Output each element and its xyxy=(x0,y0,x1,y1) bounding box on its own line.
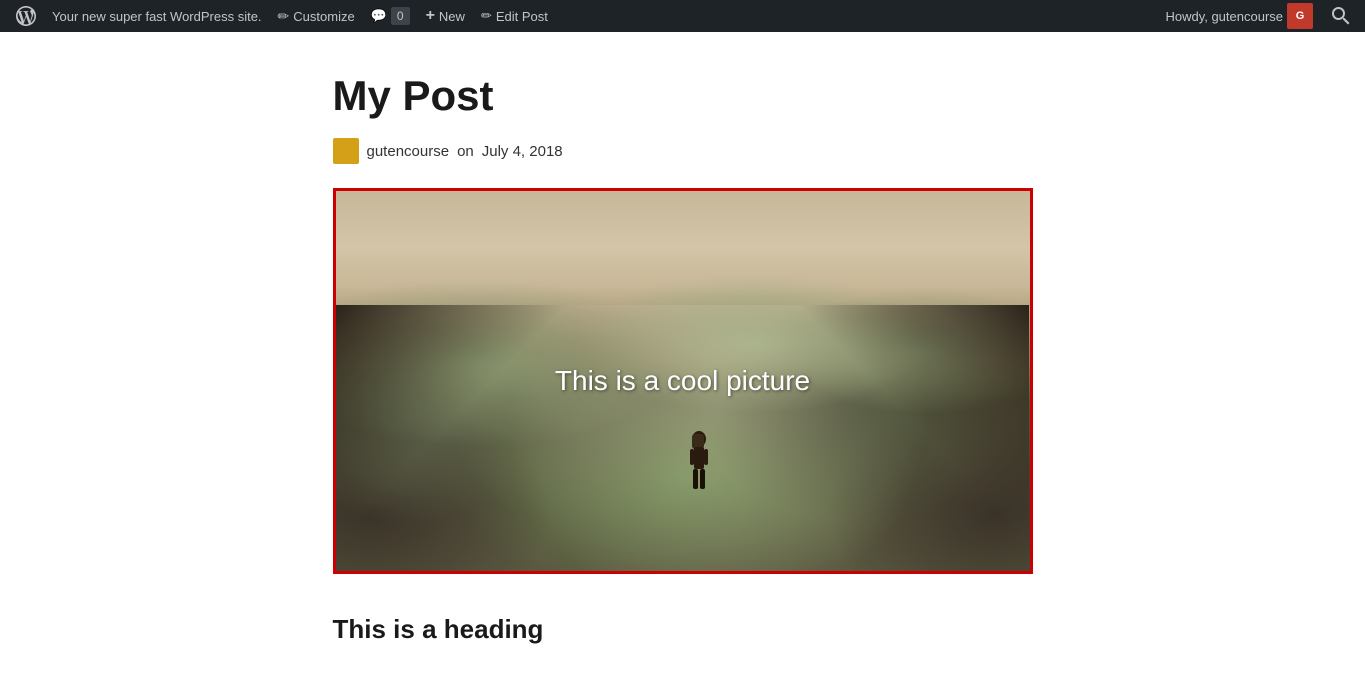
site-name-label: Your new super fast WordPress site. xyxy=(52,9,262,24)
image-block-wrapper: This is a cool picture xyxy=(333,188,1033,574)
customize-item[interactable]: ✏ Customize xyxy=(270,0,363,32)
author-link[interactable]: gutencourse xyxy=(367,143,450,160)
post-content: My Post gutencourse on July 4, 2018 xyxy=(333,72,1033,645)
comments-item[interactable]: 💬 0 xyxy=(363,0,418,32)
new-label: New xyxy=(439,9,465,24)
search-button[interactable] xyxy=(1325,0,1357,32)
site-name-item[interactable]: Your new super fast WordPress site. xyxy=(44,0,270,32)
post-title: My Post xyxy=(333,72,1033,120)
howdy-item[interactable]: Howdy, gutencourse G xyxy=(1157,0,1321,32)
pencil-icon: ✏ xyxy=(278,8,290,25)
comment-bubble-icon: 💬 xyxy=(371,8,387,24)
page-wrapper: My Post gutencourse on July 4, 2018 xyxy=(0,32,1365,685)
edit-post-label: Edit Post xyxy=(496,9,548,24)
new-item[interactable]: + New xyxy=(418,0,473,32)
plus-icon: + xyxy=(426,7,435,25)
admin-bar: Your new super fast WordPress site. ✏ Cu… xyxy=(0,0,1365,32)
wp-logo-item[interactable] xyxy=(8,0,44,32)
edit-icon: ✏ xyxy=(481,8,492,24)
comment-count: 0 xyxy=(391,7,410,25)
image-block: This is a cool picture xyxy=(336,191,1030,571)
customize-label: Customize xyxy=(293,9,354,24)
post-meta: gutencourse on July 4, 2018 xyxy=(333,138,1033,164)
user-avatar: G xyxy=(1287,3,1313,29)
howdy-label: Howdy, gutencourse xyxy=(1165,9,1283,24)
post-heading: This is a heading xyxy=(333,614,1033,645)
on-text: on xyxy=(457,143,474,160)
person-silhouette xyxy=(679,429,719,514)
image-caption: This is a cool picture xyxy=(555,365,810,397)
edit-post-item[interactable]: ✏ Edit Post xyxy=(473,0,556,32)
post-date: July 4, 2018 xyxy=(482,143,563,160)
admin-bar-right: Howdy, gutencourse G xyxy=(1157,0,1357,32)
author-avatar xyxy=(333,138,359,164)
